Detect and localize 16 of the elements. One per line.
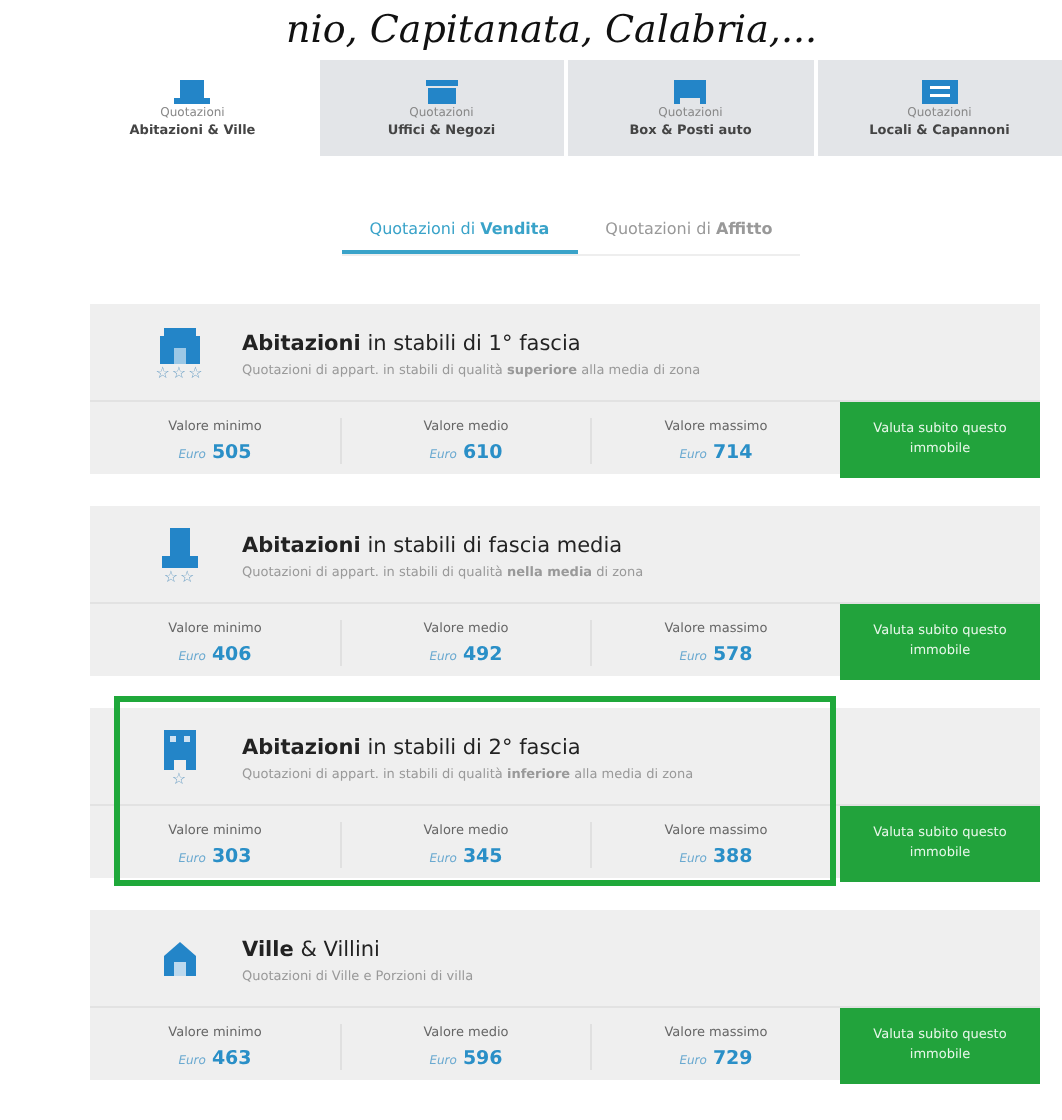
card-title: Abitazioni in stabili di 1° fascia	[242, 331, 583, 355]
building-icon	[164, 729, 196, 769]
rating-stars: ☆	[171, 771, 189, 787]
rating-stars: ☆☆☆	[155, 365, 205, 381]
house-icon	[160, 940, 200, 980]
rating-stars: ☆☆	[163, 569, 197, 585]
quote-tab[interactable]: Quotazioni di Vendita	[341, 208, 578, 254]
card-title: Abitazioni in stabili di 2° fascia	[242, 735, 583, 759]
list-icon	[921, 79, 958, 103]
card-title: Ville & Villini	[242, 937, 382, 961]
caption: nio, Capitanata, Calabria,...	[284, 6, 820, 56]
laptop-icon	[174, 79, 211, 103]
card-title: Abitazioni in stabili di fascia media	[242, 533, 625, 557]
building-icon	[160, 327, 200, 363]
quote-tab[interactable]: Quotazioni di Affitto	[577, 208, 801, 254]
building-icon	[162, 527, 198, 567]
